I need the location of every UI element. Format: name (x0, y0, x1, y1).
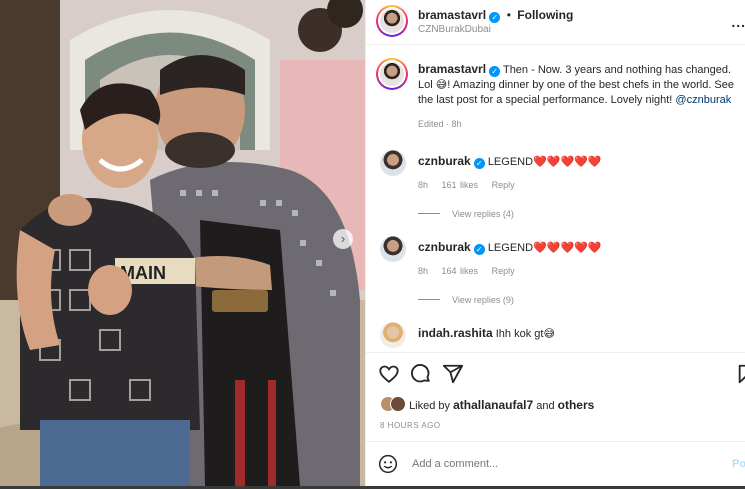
comment-avatar[interactable] (380, 150, 406, 176)
comment-likes[interactable]: 164 likes (442, 266, 479, 276)
post-details-panel: bramastavrl ✓ • Following CZNBurakDubai … (365, 0, 745, 486)
comment-text: LEGEND (487, 156, 534, 168)
caption-avatar[interactable] (376, 58, 408, 90)
comment-body: cznburak ✓ LEGEND❤️❤️❤️❤️❤️ (418, 240, 602, 255)
comment-time: 8h (418, 180, 429, 190)
verified-badge-icon: ✓ (473, 244, 485, 255)
post-comment-button[interactable]: Po (732, 458, 745, 470)
post-header: bramastavrl ✓ • Following CZNBurakDubai … (366, 0, 745, 45)
caption-edited-time: Edited · 8h (418, 119, 462, 129)
comment-username[interactable]: cznburak (418, 154, 471, 168)
verified-badge-icon: ✓ (473, 158, 485, 169)
caption-username[interactable]: bramastavrl (418, 62, 486, 76)
liked-by-prefix: Liked by (409, 400, 451, 412)
comment-icon[interactable] (410, 363, 432, 385)
more-options-icon[interactable]: ... (731, 14, 745, 30)
add-comment-input[interactable] (410, 457, 714, 471)
reply-button[interactable]: Reply (492, 180, 515, 190)
emoji-icon[interactable] (378, 454, 398, 474)
comment-text: LEGEND (487, 242, 534, 254)
comment-username[interactable]: indah.rashita (418, 326, 493, 340)
post-timestamp: 8 HOURS AGO (380, 421, 441, 430)
post-image: MAIN (0, 0, 365, 486)
comment-body: indah.rashita Ihh kok gt😅 (418, 326, 555, 340)
verified-badge-icon: ✓ (489, 12, 501, 23)
comment-item: cznburak ✓ LEGEND❤️❤️❤️❤️❤️ 8h 161 likes… (380, 150, 745, 225)
bookmark-icon[interactable] (736, 363, 745, 385)
comment-time: 8h (418, 266, 429, 276)
post-location[interactable]: CZNBurakDubai (418, 24, 491, 35)
author-avatar[interactable] (376, 5, 408, 37)
comment-body: cznburak ✓ LEGEND❤️❤️❤️❤️❤️ (418, 154, 602, 169)
liked-by-and: and (536, 400, 555, 412)
separator-dot: • (506, 8, 511, 22)
comment-avatar[interactable] (380, 236, 406, 262)
next-image-button[interactable]: › (333, 229, 353, 249)
heart-icon[interactable] (378, 363, 400, 385)
comment-username[interactable]: cznburak (418, 240, 471, 254)
comment-meta: 8h 164 likes Reply (418, 266, 525, 276)
comment-item: cznburak ✓ LEGEND❤️❤️❤️❤️❤️ 8h 164 likes… (380, 236, 745, 311)
liked-by-user[interactable]: athallanaufal7 (453, 398, 533, 412)
author-username[interactable]: bramastavrl (418, 8, 486, 22)
verified-badge-icon: ✓ (489, 66, 501, 77)
view-replies-label: View replies (9) (452, 295, 514, 305)
caption-mention-link[interactable]: @cznburak (675, 94, 731, 106)
likes-summary: Liked by athallanaufal7 and others (380, 396, 594, 412)
heart-emojis: ❤️❤️❤️❤️❤️ (533, 242, 602, 254)
comment-likes[interactable]: 161 likes (442, 180, 479, 190)
header-name-row: bramastavrl ✓ • Following (418, 8, 573, 23)
post-actions-bar (366, 352, 745, 399)
reply-button[interactable]: Reply (492, 266, 515, 276)
sweat-smile-emoji-icon: 😅 (435, 79, 448, 91)
comment-item: indah.rashita Ihh kok gt😅 (380, 322, 745, 352)
liked-by-others[interactable]: others (558, 398, 595, 412)
following-button[interactable]: Following (517, 8, 573, 22)
comment-meta: 8h 161 likes Reply (418, 180, 525, 190)
view-replies-button[interactable]: View replies (9) (418, 295, 514, 305)
view-replies-button[interactable]: View replies (4) (418, 209, 514, 219)
comment-text: Ihh kok gt (495, 328, 544, 340)
add-comment-bar: Po (366, 441, 745, 486)
post-photo[interactable]: MAIN › (0, 0, 365, 486)
share-icon[interactable] (442, 363, 464, 385)
view-replies-label: View replies (4) (452, 209, 514, 219)
comment-avatar[interactable] (380, 322, 406, 348)
post-caption: bramastavrl ✓ Then - Now. 3 years and no… (418, 62, 745, 108)
liker-avatar[interactable] (390, 396, 406, 412)
sweat-smile-emoji-icon: 😅 (543, 328, 555, 340)
heart-emojis: ❤️❤️❤️❤️❤️ (533, 156, 602, 168)
